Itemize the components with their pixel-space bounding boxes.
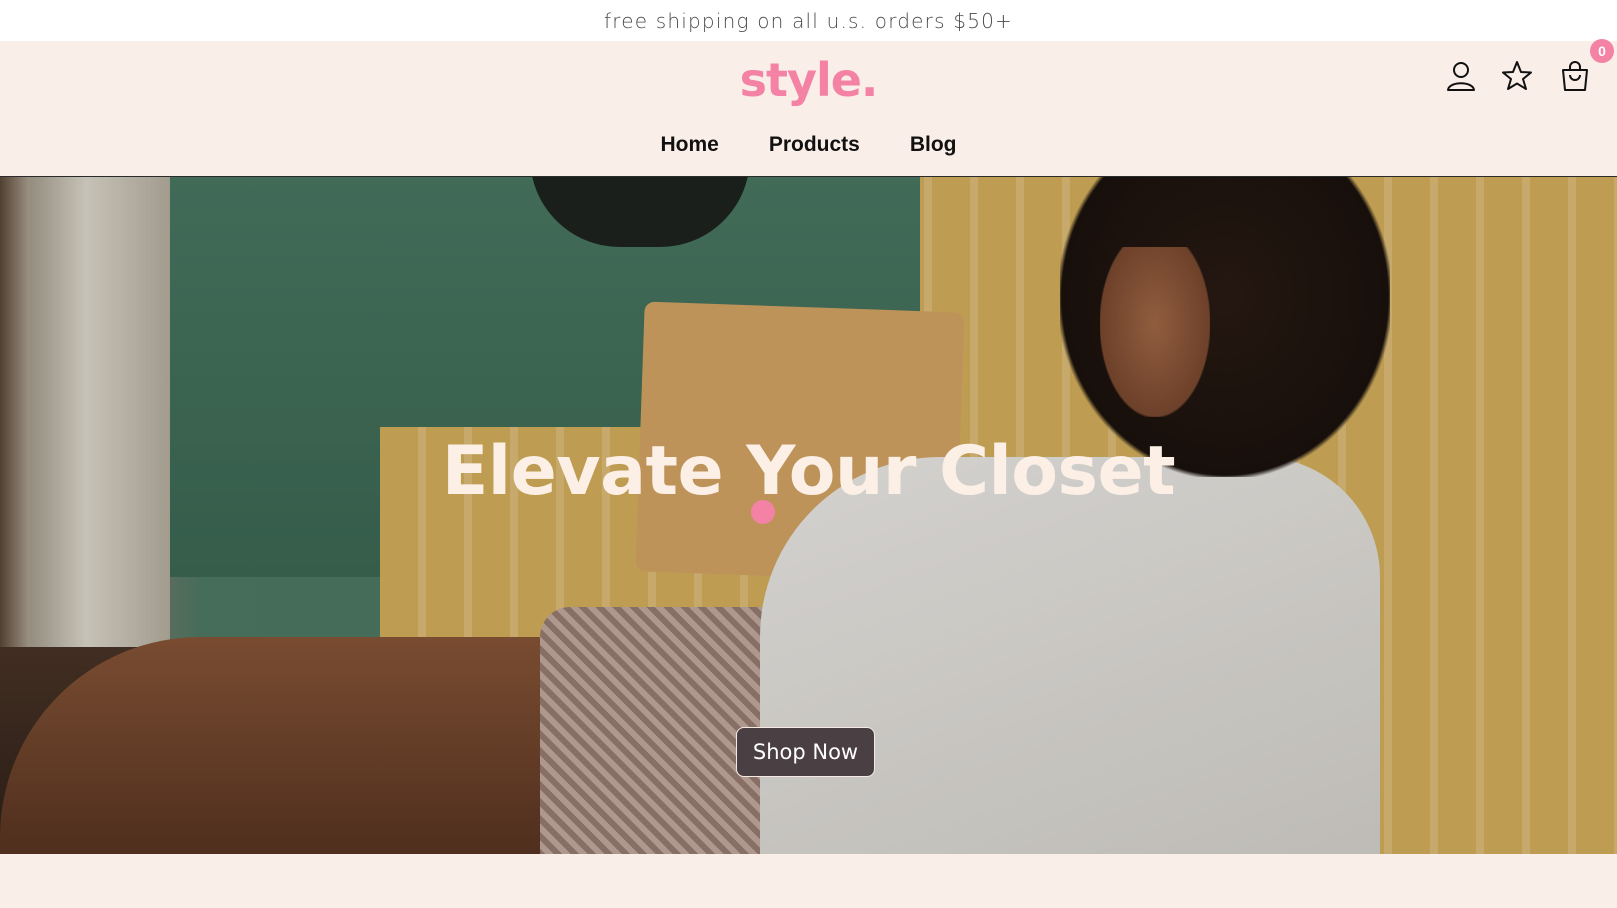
nav-home[interactable]: Home	[660, 133, 718, 157]
site-logo[interactable]: style.	[0, 53, 1617, 107]
nav-blog[interactable]: Blog	[910, 133, 957, 157]
shopping-bag-icon	[1562, 61, 1588, 91]
cart-count-badge: 0	[1590, 39, 1614, 63]
shop-now-button[interactable]: Shop Now	[736, 727, 875, 777]
account-button[interactable]	[1444, 59, 1478, 93]
star-icon	[1502, 61, 1532, 90]
site-header: style. 0 Home Products Blog	[0, 39, 1617, 177]
nav-products[interactable]: Products	[769, 133, 860, 157]
main-nav: Home Products Blog	[0, 133, 1617, 157]
wishlist-button[interactable]	[1500, 59, 1534, 93]
announcement-bar: free shipping on all u.s. orders $50+	[0, 0, 1617, 41]
hero-banner: Elevate Your Closet Shop Now	[0, 177, 1617, 854]
user-icon	[1447, 62, 1475, 91]
hero-title: Elevate Your Closet	[441, 432, 1176, 511]
cart-button[interactable]: 0	[1558, 39, 1614, 93]
page-content-start	[0, 854, 1617, 908]
announcement-text: free shipping on all u.s. orders $50+	[603, 8, 1014, 33]
